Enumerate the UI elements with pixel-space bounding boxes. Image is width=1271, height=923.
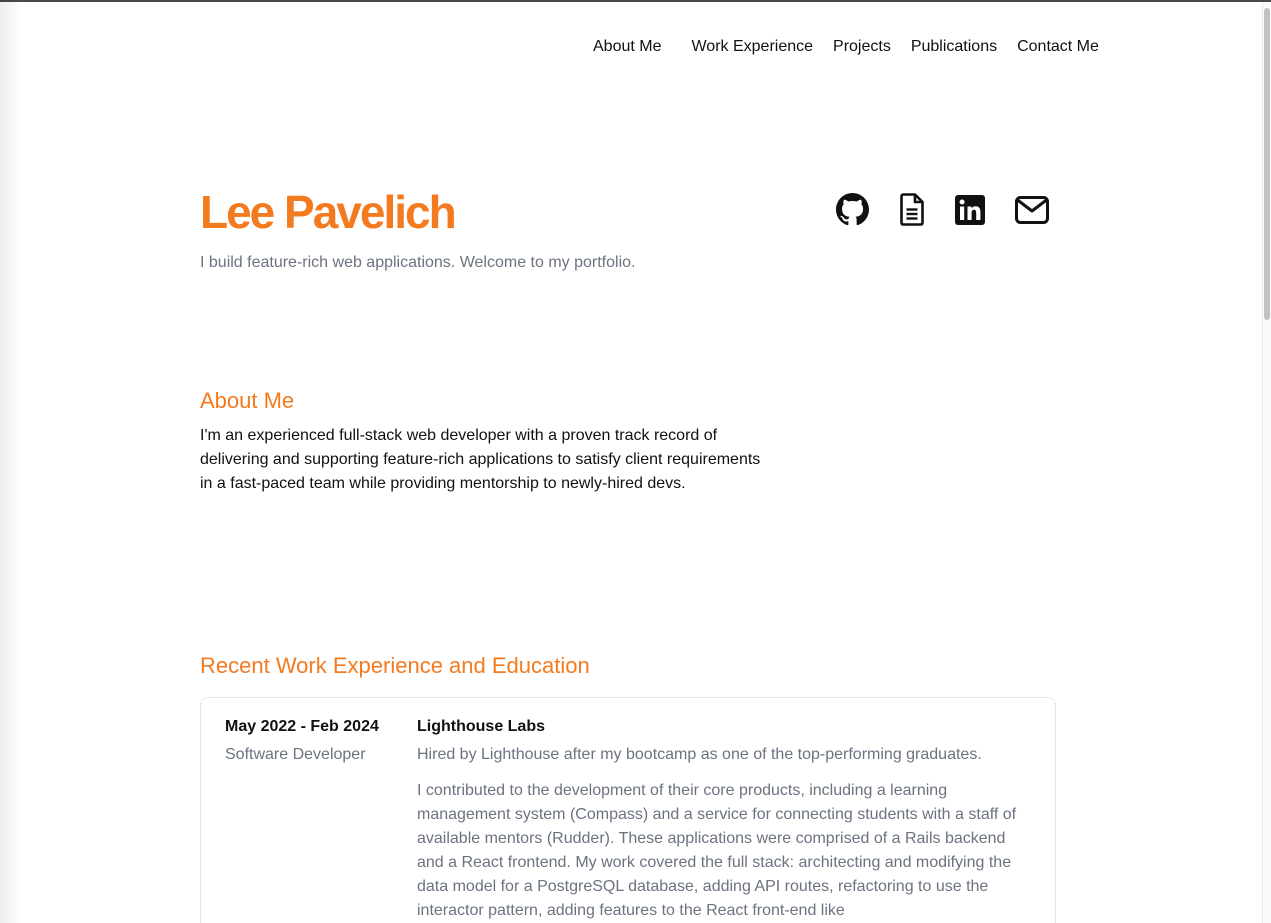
work-entry-summary: Hired by Lighthouse after my bootcamp as… [417,746,982,763]
window-top-border [0,0,1271,2]
nav-link-about-me[interactable]: About Me [593,36,661,58]
work-heading: Recent Work Experience and Education [200,653,590,678]
resume-document-icon[interactable] [900,193,924,226]
top-navigation: About Me Work Experience Projects Public… [593,36,1099,58]
work-entry-card: May 2022 - Feb 2024 Software Developer L… [200,697,1056,923]
work-entry-role: Software Developer [225,746,366,763]
nav-link-contact-me[interactable]: Contact Me [1017,36,1099,58]
hero-name: Lee Pavelich [200,186,457,238]
work-entry-dates: May 2022 - Feb 2024 [225,718,379,735]
scrollbar-thumb[interactable] [1264,8,1270,320]
vertical-scrollbar[interactable] [1262,2,1271,923]
work-entry-details: I contributed to the development of thei… [417,782,1017,919]
hero-subtitle: I build feature-rich web applications. W… [200,254,636,271]
email-icon[interactable] [1015,193,1049,224]
about-heading: About Me [200,388,295,413]
about-text: I'm an experienced full-stack web develo… [200,427,761,492]
nav-link-projects[interactable]: Projects [833,36,891,58]
nav-link-publications[interactable]: Publications [911,36,997,58]
nav-link-work-experience[interactable]: Work Experience [691,36,813,58]
github-icon[interactable] [836,193,869,226]
work-entry-organization: Lighthouse Labs [417,718,545,735]
left-edge-shadow [0,0,22,923]
linkedin-icon[interactable] [955,193,985,225]
